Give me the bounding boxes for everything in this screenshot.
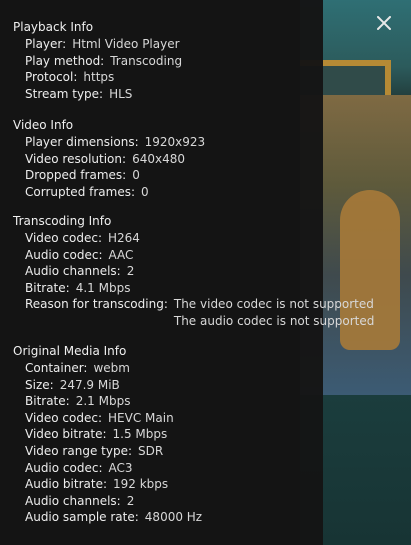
- info-value: https: [83, 70, 115, 85]
- info-value: webm: [93, 361, 130, 375]
- info-row-video-resolution: Video resolution: 640x480: [13, 151, 323, 168]
- video-info-section: Video Info Player dimensions: 1920x923 V…: [13, 117, 323, 200]
- info-value: HLS: [109, 86, 133, 101]
- info-label: Audio codec:: [25, 247, 103, 262]
- transcoding-info-section: Transcoding Info Video codec: H264 Audio…: [13, 213, 374, 330]
- info-label: Player dimensions:: [25, 135, 139, 149]
- info-row-dropped-frames: Dropped frames: 0: [13, 167, 323, 184]
- info-label: Video resolution:: [25, 151, 127, 166]
- info-label: Bitrate:: [25, 280, 70, 295]
- info-row-audio-channels: Audio channels: 2: [13, 493, 323, 510]
- info-value: Html Video Player: [72, 37, 180, 51]
- info-label: Video range type:: [25, 443, 132, 458]
- info-row-protocol: Protocol: https: [13, 69, 323, 86]
- info-label: Size:: [25, 377, 54, 392]
- info-row-size: Size: 247.9 MiB: [13, 377, 323, 394]
- info-label: Audio channels:: [25, 264, 121, 279]
- info-row-audio-codec: Audio codec: AAC: [13, 247, 323, 264]
- info-row-audio-channels: Audio channels: 2: [13, 263, 323, 280]
- player-screen: Playback Info Player: Html Video Player …: [0, 0, 411, 545]
- transcode-reason: The audio codec is not supported: [173, 313, 375, 328]
- playback-info-title: Playback Info: [13, 20, 94, 34]
- info-value: 4.1 Mbps: [75, 280, 131, 295]
- info-value: 2.1 Mbps: [75, 394, 131, 409]
- info-row-player: Player: Html Video Player: [13, 36, 323, 53]
- info-label: Bitrate:: [25, 394, 70, 409]
- original-media-info-section: Original Media Info Container: webm Size…: [13, 343, 323, 526]
- info-value: 2: [126, 264, 135, 279]
- info-row-player-dimensions: Player dimensions: 1920x923: [13, 134, 323, 151]
- info-row-audio-codec: Audio codec: AC3: [13, 460, 323, 477]
- info-row-bitrate: Bitrate: 2.1 Mbps: [13, 393, 323, 410]
- info-row-corrupted-frames: Corrupted frames: 0: [13, 184, 323, 201]
- info-value: AC3: [108, 460, 133, 475]
- info-label: Audio channels:: [25, 493, 121, 508]
- info-label: Stream type:: [25, 86, 104, 101]
- info-value: SDR: [138, 443, 164, 458]
- info-label: Audio codec:: [25, 460, 103, 475]
- info-label: Player:: [25, 37, 67, 51]
- info-value: HEVC Main: [108, 410, 174, 425]
- info-row-transcode-reason: Reason for transcoding: The video codec …: [13, 296, 374, 329]
- info-label: Audio bitrate:: [25, 477, 107, 492]
- info-label: Play method:: [25, 53, 105, 68]
- info-value: AAC: [108, 247, 134, 262]
- info-value: 1920x923: [144, 135, 206, 149]
- video-info-title: Video Info: [13, 118, 74, 132]
- info-value: 0: [132, 168, 140, 183]
- info-label: Video codec:: [25, 410, 103, 425]
- transcode-reason-list: The video codec is not supported The aud…: [174, 296, 375, 329]
- info-value: Transcoding: [110, 53, 183, 68]
- info-value: 2: [126, 493, 135, 508]
- info-label: Audio sample rate:: [25, 510, 139, 525]
- info-row-video-codec: Video codec: HEVC Main: [13, 410, 323, 427]
- info-row-audio-bitrate: Audio bitrate: 192 kbps: [13, 476, 323, 493]
- info-row-video-codec: Video codec: H264: [13, 230, 323, 247]
- transcoding-info-title: Transcoding Info: [13, 214, 112, 228]
- original-media-info-title: Original Media Info: [13, 344, 127, 358]
- info-value: 48000 Hz: [144, 510, 203, 525]
- close-button[interactable]: [371, 10, 397, 36]
- close-icon: [377, 16, 391, 30]
- playback-info-section: Playback Info Player: Html Video Player …: [13, 19, 323, 102]
- info-value: 640x480: [132, 151, 185, 166]
- info-row-video-range-type: Video range type: SDR: [13, 443, 323, 460]
- info-row-bitrate: Bitrate: 4.1 Mbps: [13, 280, 323, 297]
- info-row-stream-type: Stream type: HLS: [13, 86, 323, 103]
- info-label: Reason for transcoding:: [25, 297, 168, 312]
- info-label: Protocol:: [25, 70, 78, 85]
- info-row-video-bitrate: Video bitrate: 1.5 Mbps: [13, 426, 323, 443]
- transcode-reason: The video codec is not supported: [173, 297, 374, 312]
- info-label: Container:: [25, 361, 88, 375]
- info-label: Corrupted frames:: [25, 184, 135, 199]
- info-label: Video bitrate:: [25, 427, 107, 442]
- info-value: H264: [108, 231, 140, 245]
- info-value: 247.9 MiB: [59, 377, 120, 392]
- info-value: 1.5 Mbps: [112, 427, 168, 442]
- info-label: Dropped frames:: [25, 168, 127, 183]
- info-row-audio-sample-rate: Audio sample rate: 48000 Hz: [13, 509, 323, 526]
- info-value: 192 kbps: [113, 477, 169, 492]
- playback-info-panel: Playback Info Player: Html Video Player …: [0, 0, 374, 545]
- info-row-play-method: Play method: Transcoding: [13, 53, 323, 70]
- info-label: Video codec:: [25, 231, 103, 245]
- info-value: 0: [141, 184, 149, 199]
- info-row-container: Container: webm: [13, 360, 323, 377]
